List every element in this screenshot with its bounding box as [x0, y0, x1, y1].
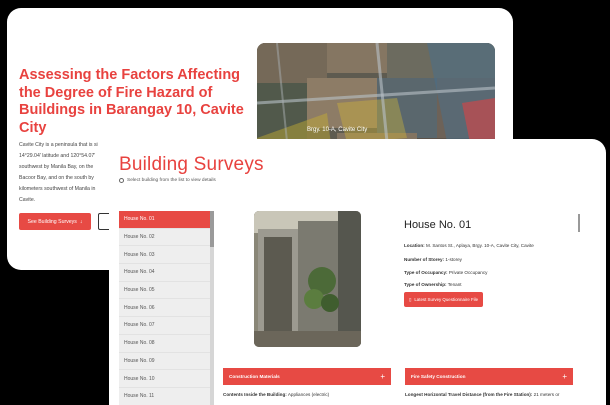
list-item[interactable]: House No. 06: [119, 299, 210, 318]
construction-materials-accordion[interactable]: Construction Materials +: [223, 368, 391, 385]
contents-row: Contents Inside the Building: Appliances…: [223, 392, 329, 397]
occupancy-value: Private Occupancy: [448, 270, 488, 275]
list-scrollbar[interactable]: [210, 211, 214, 405]
see-building-surveys-label: See Building Surveys: [27, 218, 77, 225]
see-building-surveys-button[interactable]: See Building Surveys ↓: [19, 213, 91, 230]
distance-value: 21 meters or: [533, 392, 560, 397]
distance-label: Longest Horizontal Travel Distance (from…: [405, 392, 533, 397]
list-scrollbar-thumb[interactable]: [210, 211, 214, 247]
list-item[interactable]: House No. 08: [119, 335, 210, 353]
subtitle-text: Select building from the list to view de…: [127, 178, 216, 183]
list-item[interactable]: House No. 02: [119, 229, 210, 247]
map-location-label: Brgy. 10-A, Cavite City: [307, 127, 368, 133]
construction-materials-label: Construction Materials: [229, 374, 280, 379]
detail-location: Location: M. Santos St., Aplaya, Brgy. 1…: [404, 243, 534, 248]
plus-icon: +: [380, 372, 385, 381]
ownership-label: Type of Ownership:: [404, 282, 447, 287]
detail-scrollbar[interactable]: [578, 214, 580, 232]
contents-value: Appliances (electric): [287, 392, 330, 397]
subtitle: Select building from the list to view de…: [119, 178, 216, 183]
ownership-value: Tenant: [447, 282, 462, 287]
detail-occupancy: Type of Occupancy: Private Occupancy: [404, 270, 487, 275]
building-photo-image: [254, 211, 361, 347]
list-item[interactable]: House No. 03: [119, 246, 210, 265]
plus-icon: +: [562, 372, 567, 381]
detail-storey: Number of Storey: 1-storey: [404, 257, 462, 262]
latest-survey-file-label: Latest Survey Questionnaire File: [414, 297, 479, 302]
location-label: Location:: [404, 243, 425, 248]
distance-row: Longest Horizontal Travel Distance (from…: [405, 392, 559, 397]
list-item[interactable]: House No. 10: [119, 370, 210, 388]
location-value: M. Santos St., Aplaya, Brgy. 10-A, Cavit…: [425, 243, 534, 248]
list-item[interactable]: House No. 05: [119, 282, 210, 300]
occupancy-label: Type of Occupancy:: [404, 270, 448, 275]
building-photo: [254, 211, 361, 347]
page-title: Building Surveys: [119, 154, 264, 175]
fire-safety-label: Fire Safety Construction: [411, 374, 466, 379]
detail-ownership: Type of Ownership: Tenant: [404, 282, 462, 287]
file-icon: ▯: [408, 296, 412, 302]
latest-survey-file-button[interactable]: ▯ Latest Survey Questionnaire File: [404, 292, 483, 307]
contents-label: Contents Inside the Building:: [223, 392, 287, 397]
storey-label: Number of Storey:: [404, 257, 445, 262]
info-icon: [119, 178, 124, 183]
detail-title: House No. 01: [404, 219, 472, 231]
list-item[interactable]: House No. 01: [119, 211, 210, 229]
fire-safety-accordion[interactable]: Fire Safety Construction +: [405, 368, 573, 385]
house-list: House No. 01 House No. 02 House No. 03 H…: [119, 211, 210, 405]
hero-title: Assessing the Factors Affecting the Degr…: [19, 67, 244, 136]
storey-value: 1-storey: [445, 257, 462, 262]
list-item[interactable]: House No. 04: [119, 264, 210, 282]
list-item[interactable]: House No. 09: [119, 353, 210, 371]
arrow-down-icon: ↓: [79, 218, 83, 225]
building-surveys-panel: Building Surveys Select building from th…: [109, 139, 606, 405]
list-item[interactable]: House No. 07: [119, 317, 210, 335]
list-item[interactable]: House No. 11: [119, 388, 210, 405]
